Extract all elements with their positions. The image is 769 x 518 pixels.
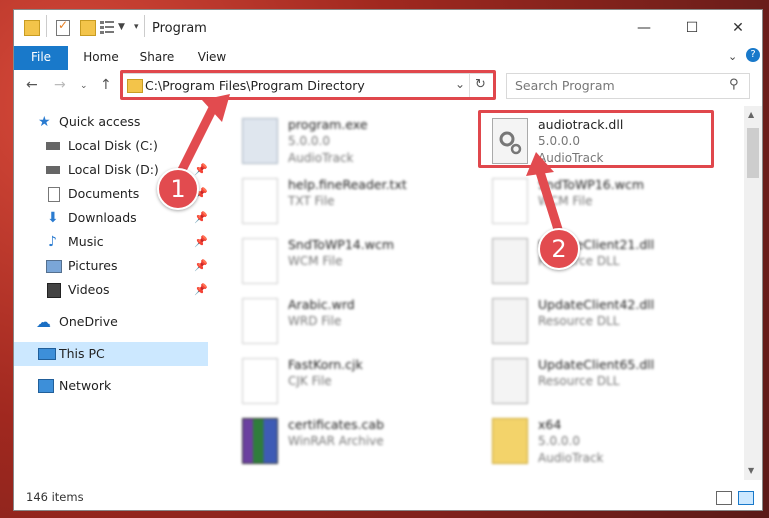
sidebar-item-network[interactable]: Network xyxy=(14,374,208,398)
address-bar-row: ← → ⌄ ↑ C:\Program Files\Program Directo… xyxy=(14,70,762,102)
item-count: 146 items xyxy=(26,490,84,504)
list-item[interactable]: help.fineReader.txt TXT File xyxy=(234,174,474,230)
picture-icon xyxy=(46,260,62,273)
computer-icon xyxy=(38,348,56,360)
video-icon xyxy=(47,283,61,298)
properties-icon[interactable]: ✓ xyxy=(56,18,70,36)
drive-icon xyxy=(46,142,60,150)
new-folder-icon[interactable] xyxy=(80,20,96,36)
dll-gear-icon xyxy=(492,358,528,404)
network-icon xyxy=(38,379,54,393)
list-item[interactable]: Arabic.wrd WRD File xyxy=(234,294,474,350)
sidebar-item-videos[interactable]: Videos 📌 xyxy=(14,278,208,302)
file-icon xyxy=(242,238,278,284)
pin-icon[interactable]: 📌 xyxy=(194,206,208,230)
recent-locations-icon[interactable]: ⌄ xyxy=(80,81,88,91)
list-item[interactable]: SndToWP16.wcm WCM File xyxy=(484,174,724,230)
up-button[interactable]: ↑ xyxy=(100,77,112,93)
list-item[interactable]: SndToWP14.wcm WCM File xyxy=(234,234,474,290)
list-item[interactable]: UpdateClient42.dll Resource DLL xyxy=(484,294,724,350)
window-title: Program xyxy=(152,21,207,36)
tab-view[interactable]: View xyxy=(192,46,232,70)
file-highlight-box xyxy=(478,110,714,168)
exe-icon xyxy=(242,118,278,164)
archive-icon xyxy=(242,418,278,464)
separator xyxy=(144,15,145,37)
scroll-up-icon[interactable]: ▲ xyxy=(748,110,754,119)
folder-icon xyxy=(492,418,528,464)
ribbon: File Home Share View ⌄ ? xyxy=(14,46,762,102)
tab-home[interactable]: Home xyxy=(76,46,126,70)
chevron-down-icon[interactable]: ▼ xyxy=(118,22,125,38)
chevron-down-icon[interactable]: ⌄ xyxy=(728,50,737,63)
scroll-down-icon[interactable]: ▼ xyxy=(748,466,754,475)
forward-button[interactable]: → xyxy=(54,77,66,93)
dll-gear-icon xyxy=(492,298,528,344)
list-item[interactable]: UpdateClient65.dll Resource DLL xyxy=(484,354,724,410)
sidebar-item-this-pc[interactable]: This PC xyxy=(14,342,208,366)
pin-icon[interactable]: 📌 xyxy=(194,230,208,254)
callout-badge-2: 2 xyxy=(538,228,580,270)
sidebar-item-music[interactable]: ♪ Music 📌 xyxy=(14,230,208,254)
list-item[interactable]: certificates.cab WinRAR Archive xyxy=(234,414,474,470)
folder-icon xyxy=(24,20,40,36)
details-view-icon[interactable] xyxy=(716,491,732,505)
separator xyxy=(46,15,47,37)
tab-share[interactable]: Share xyxy=(134,46,180,70)
list-item[interactable]: FastKorn.cjk CJK File xyxy=(234,354,474,410)
pin-icon[interactable]: 📌 xyxy=(194,278,208,302)
sidebar-item-pictures[interactable]: Pictures 📌 xyxy=(14,254,208,278)
help-icon[interactable]: ? xyxy=(746,48,760,62)
minimize-button[interactable]: — xyxy=(626,16,662,40)
file-icon xyxy=(242,298,278,344)
file-icon xyxy=(242,358,278,404)
music-icon: ♪ xyxy=(48,234,57,250)
toolbar-dropdown-icon[interactable]: ▾ xyxy=(134,22,139,38)
text-file-icon xyxy=(242,178,278,224)
file-list: program.exe 5.0.0.0 AudioTrack help.fine… xyxy=(210,106,744,480)
sidebar-item-onedrive[interactable]: ☁ OneDrive xyxy=(14,310,208,334)
cloud-icon: ☁ xyxy=(36,313,51,331)
file-explorer-window: ✓ ▼ ▾ Program — ☐ ✕ File Home Share View… xyxy=(14,10,762,510)
drive-icon xyxy=(46,166,60,174)
title-bar: ✓ ▼ ▾ Program — ☐ ✕ xyxy=(14,10,762,46)
callout-badge-1: 1 xyxy=(157,168,199,210)
customize-icon[interactable] xyxy=(100,20,114,34)
download-icon: ⬇ xyxy=(47,210,59,226)
pin-icon[interactable]: 📌 xyxy=(194,254,208,278)
vertical-scrollbar[interactable]: ▲ ▼ xyxy=(744,106,762,480)
maximize-button[interactable]: ☐ xyxy=(674,16,710,40)
large-icons-view-icon[interactable] xyxy=(738,491,754,505)
star-icon: ★ xyxy=(38,114,51,130)
search-placeholder: Search Program xyxy=(515,78,615,93)
list-item[interactable]: UpdateClient21.dll Resource DLL xyxy=(484,234,724,290)
close-button[interactable]: ✕ xyxy=(720,16,756,40)
list-item[interactable]: program.exe 5.0.0.0 AudioTrack xyxy=(234,114,474,170)
search-icon[interactable]: ⚲ xyxy=(729,77,739,92)
list-item[interactable]: x64 5.0.0.0 AudioTrack xyxy=(484,414,724,470)
status-bar: 146 items xyxy=(14,484,762,510)
document-icon xyxy=(48,187,60,202)
scroll-thumb[interactable] xyxy=(747,128,759,178)
search-input[interactable]: Search Program ⚲ xyxy=(506,73,750,99)
back-button[interactable]: ← xyxy=(26,77,38,93)
